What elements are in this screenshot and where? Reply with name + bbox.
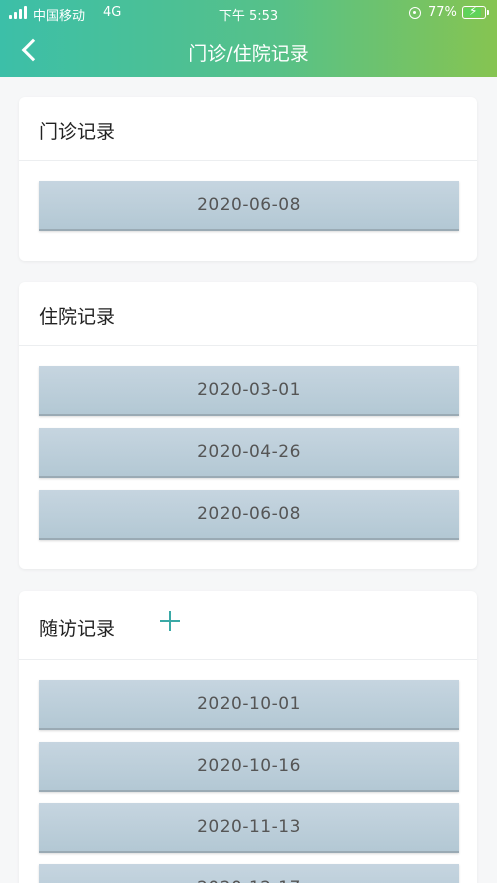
rotation-lock-icon <box>409 7 421 19</box>
followup-title: 随访记录 <box>39 618 116 640</box>
followup-record-button[interactable]: 2020-12-17 <box>39 864 459 883</box>
inpatient-card: 住院记录 2020-03-01 2020-04-26 2020-06-08 <box>19 282 477 569</box>
inpatient-record-button[interactable]: 2020-04-26 <box>39 428 459 478</box>
add-followup-button[interactable] <box>160 611 180 631</box>
battery-percent: 77% <box>428 5 457 20</box>
followup-record-button[interactable]: 2020-10-01 <box>39 680 459 730</box>
inpatient-header: 住院记录 <box>19 282 477 346</box>
status-bar: 中国移动 4G 下午 5:53 77% ⚡ <box>0 0 497 26</box>
outpatient-title: 门诊记录 <box>39 121 116 143</box>
outpatient-record-button[interactable]: 2020-06-08 <box>39 181 459 231</box>
page-title: 门诊/住院记录 <box>188 43 309 65</box>
outpatient-header: 门诊记录 <box>19 97 477 161</box>
inpatient-record-button[interactable]: 2020-03-01 <box>39 366 459 416</box>
outpatient-card: 门诊记录 2020-06-08 <box>19 97 477 261</box>
followup-header: 随访记录 <box>19 591 477 660</box>
followup-card: 随访记录 2020-10-01 2020-10-16 2020-11-13 20… <box>19 591 477 883</box>
inpatient-title: 住院记录 <box>39 306 116 328</box>
followup-record-button[interactable]: 2020-11-13 <box>39 803 459 853</box>
clock: 下午 5:53 <box>218 9 279 24</box>
battery-icon: ⚡ <box>462 4 489 19</box>
followup-record-button[interactable]: 2020-10-16 <box>39 742 459 792</box>
inpatient-record-button[interactable]: 2020-06-08 <box>39 490 459 540</box>
top-bar: 中国移动 4G 下午 5:53 77% ⚡ 门诊/住院记录 <box>0 0 497 77</box>
